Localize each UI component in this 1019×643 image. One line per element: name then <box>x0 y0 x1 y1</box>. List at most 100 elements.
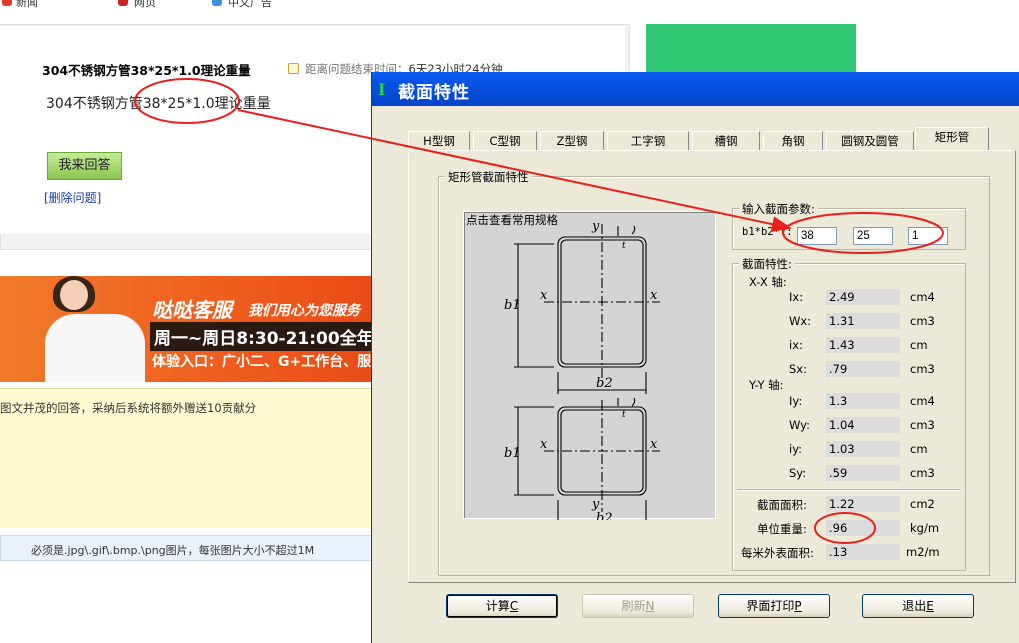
question-body: 304不锈钢方管38*25*1.0理论重量 <box>46 96 271 112</box>
answer-tip: 图文并茂的回答，采纳后系统将额外赠送10贡献分 <box>0 401 257 415</box>
tube-drawings: y x x b1 b2 t x x b1 y b2 t <box>504 219 660 520</box>
area-label: 截面面积: <box>757 498 807 512</box>
prop-ix-value: 2.49 <box>826 289 900 305</box>
browser-bookmark-bar: 新闻 网页 中文广告 <box>0 0 1019 8</box>
banner-person <box>45 314 145 382</box>
b1b2t-label: b1*b2*t: <box>742 226 793 238</box>
calculate-key: C <box>509 599 519 613</box>
tab-rect-tube[interactable]: 矩形管 <box>915 127 989 150</box>
dialog-title: 截面特性 <box>398 83 470 103</box>
label-b2-top: b2 <box>596 376 613 391</box>
exit-label: 退出 <box>902 599 927 613</box>
prop-wy-value: 1.04 <box>826 417 900 433</box>
weight-label: 单位重量: <box>757 522 807 536</box>
label-x-right-bottom: x <box>650 437 658 452</box>
web-icon <box>118 0 128 6</box>
props-divider <box>737 489 961 491</box>
weight-value: .96 <box>826 520 900 536</box>
label-b2-bottom: b2 <box>596 511 613 520</box>
prop-sx-value: .79 <box>826 361 900 377</box>
tab-angle[interactable]: 角钢 <box>763 131 823 150</box>
news-icon <box>2 0 12 6</box>
prop-wy-label: Wy: <box>789 418 811 432</box>
weight-unit: kg/m <box>910 521 940 535</box>
delete-question-link[interactable]: [删除问题] <box>44 189 101 206</box>
prop-sy-value: .59 <box>826 465 900 481</box>
tab-z-steel[interactable]: Z型钢 <box>540 131 604 150</box>
question-title: 304不锈钢方管38*25*1.0理论重量 <box>42 63 251 78</box>
rect-tube-group-title: 矩形管截面特性 <box>445 169 532 185</box>
tab-h-steel[interactable]: H型钢 <box>408 131 470 150</box>
prop-iy-value: 1.3 <box>826 393 900 409</box>
calculate-button[interactable]: 计算C <box>446 594 558 618</box>
xx-axis-label: X-X 轴: <box>749 275 787 289</box>
upload-note-text: 必须是.jpg\.gif\.bmp.\png图片，每张图片大小不超过1M <box>31 544 315 557</box>
bookmark-web[interactable]: 网页 <box>134 0 156 8</box>
exit-button[interactable]: 退出E <box>862 594 974 618</box>
dialog-titlebar[interactable]: I 截面特性 <box>372 72 1019 106</box>
green-ad-block <box>646 24 856 72</box>
prop-wx-unit: cm3 <box>910 314 935 328</box>
prop-wy-unit: cm3 <box>910 418 935 432</box>
prop-sy-label: Sy: <box>789 466 807 480</box>
t-input[interactable] <box>908 227 948 245</box>
exit-key: E <box>926 599 934 613</box>
area-unit: cm2 <box>910 497 935 511</box>
tab-round[interactable]: 圆钢及圆管 <box>826 131 914 150</box>
banner-brand: 哒哒客服 <box>152 298 232 322</box>
app-icon: I <box>378 80 386 99</box>
refresh-label: 刷新 <box>621 599 646 613</box>
print-label: 界面打印 <box>746 599 795 613</box>
prop-sx-label: Sx: <box>789 362 807 376</box>
prop-iy-label: Iy: <box>789 394 803 408</box>
label-b1-bottom: b1 <box>504 446 521 461</box>
b1-input[interactable] <box>797 227 837 245</box>
clock-icon <box>288 63 299 74</box>
surface-label: 每米外表面积: <box>741 546 814 560</box>
surface-value: .13 <box>826 544 900 560</box>
prop-rx-label: ix: <box>789 338 803 352</box>
bookmark-news[interactable]: 新闻 <box>16 0 38 8</box>
tab-i-beam[interactable]: 工字钢 <box>607 131 689 150</box>
ads-icon <box>212 0 222 6</box>
banner-entry: 体验入口：广小二、G+工作台、服 <box>152 354 372 370</box>
print-button[interactable]: 界面打印P <box>718 594 830 618</box>
label-x-left-bottom: x <box>540 437 548 452</box>
refresh-button[interactable]: 刷新N <box>582 594 694 618</box>
prop-ix-label: Ix: <box>789 290 804 304</box>
section-diagram[interactable]: 点击查看常用规格 y x x b1 b2 t x x b1 y b2 t <box>463 211 716 520</box>
banner-person-face <box>60 280 88 310</box>
label-t-top: t <box>622 241 626 251</box>
prop-rx-value: 1.43 <box>826 337 900 353</box>
tab-channel[interactable]: 槽钢 <box>692 131 760 150</box>
refresh-key: N <box>645 599 655 613</box>
prop-rx-unit: cm <box>910 338 928 352</box>
input-params-title: 输入截面参数: <box>739 201 818 217</box>
service-banner[interactable]: 哒哒客服 我们用心为您服务 周一~周日8:30-21:00全年 体验入口：广小二… <box>0 276 372 382</box>
section-props-title: 截面特性: <box>739 256 795 272</box>
yy-axis-label: Y-Y 轴: <box>749 378 784 392</box>
label-y-bottom: y <box>591 497 600 512</box>
area-value: 1.22 <box>826 496 900 512</box>
answer-button[interactable]: 我来回答 <box>47 152 122 180</box>
prop-ry-unit: cm <box>910 442 928 456</box>
label-x-left-top: x <box>540 288 548 303</box>
label-t-bottom: t <box>622 410 626 420</box>
bookmark-ads[interactable]: 中文广告 <box>228 0 272 8</box>
label-x-right-top: x <box>650 288 658 303</box>
b2-input[interactable] <box>853 227 893 245</box>
prop-ry-label: iy: <box>789 442 803 456</box>
banner-slogan: 我们用心为您服务 <box>248 303 360 319</box>
calculate-label: 计算 <box>485 599 510 613</box>
label-b1-top: b1 <box>504 298 521 313</box>
prop-ry-value: 1.03 <box>826 441 900 457</box>
label-y-top: y <box>591 219 600 234</box>
prop-ix-unit: cm4 <box>910 290 935 304</box>
t-mark-bottom <box>617 397 636 407</box>
prop-sy-unit: cm3 <box>910 466 935 480</box>
surface-unit: m2/m <box>906 545 940 559</box>
prop-sx-unit: cm3 <box>910 362 935 376</box>
t-mark-top <box>617 225 636 236</box>
banner-hours: 周一~周日8:30-21:00全年 <box>150 322 372 351</box>
tab-c-steel[interactable]: C型钢 <box>473 131 537 150</box>
